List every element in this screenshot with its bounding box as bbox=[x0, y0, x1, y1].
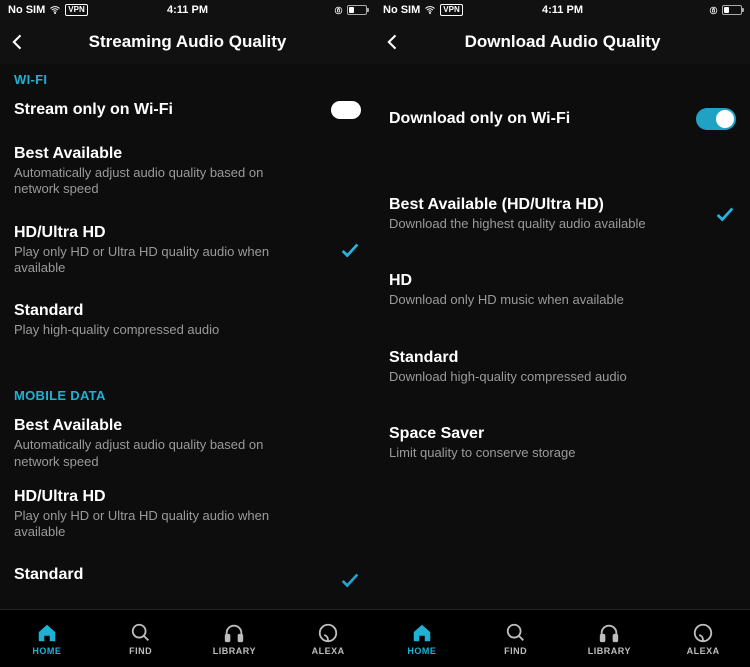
option-title: Standard bbox=[14, 302, 219, 320]
option-title: Standard bbox=[389, 349, 627, 367]
stream-only-wifi-label: Stream only on Wi-Fi bbox=[14, 101, 173, 119]
content-streaming: WI-FI Stream only on Wi-Fi Best Availabl… bbox=[0, 64, 375, 609]
phone-download: No SIM VPN 4:11 PM Download Audio Qualit… bbox=[375, 0, 750, 667]
search-icon bbox=[504, 622, 528, 644]
nav-alexa[interactable]: ALEXA bbox=[281, 610, 375, 667]
nav-home[interactable]: HOME bbox=[0, 610, 94, 667]
home-icon bbox=[410, 622, 434, 644]
nav-library[interactable]: LIBRARY bbox=[563, 610, 657, 667]
download-only-wifi-row[interactable]: Download only on Wi-Fi bbox=[389, 108, 736, 130]
dl-standard[interactable]: Standard Download high-quality compresse… bbox=[389, 349, 736, 385]
carrier-label: No SIM bbox=[383, 4, 420, 16]
option-title: Best Available bbox=[14, 145, 304, 163]
option-sub: Automatically adjust audio quality based… bbox=[14, 437, 304, 470]
nav-label: ALEXA bbox=[687, 646, 720, 656]
dl-hd[interactable]: HD Download only HD music when available bbox=[389, 272, 736, 308]
option-sub: Play high-quality compressed audio bbox=[14, 322, 219, 338]
status-bar: No SIM VPN 4:11 PM bbox=[0, 0, 375, 20]
wifi-standard[interactable]: Standard Play high-quality compressed au… bbox=[14, 302, 361, 338]
option-sub: Automatically adjust audio quality based… bbox=[14, 165, 304, 198]
option-sub: Download high-quality compressed audio bbox=[389, 369, 627, 385]
bottom-nav: HOME FIND LIBRARY ALEXA bbox=[375, 609, 750, 667]
wifi-best-available[interactable]: Best Available Automatically adjust audi… bbox=[14, 145, 361, 198]
stream-only-wifi-row[interactable]: Stream only on Wi-Fi bbox=[14, 101, 361, 119]
check-icon bbox=[714, 203, 736, 225]
orientation-lock-icon bbox=[709, 6, 718, 15]
wifi-icon bbox=[424, 4, 436, 16]
option-title: HD bbox=[389, 272, 624, 290]
option-title: Space Saver bbox=[389, 425, 575, 443]
option-title: Best Available bbox=[14, 417, 304, 435]
bottom-nav: HOME FIND LIBRARY ALEXA bbox=[0, 609, 375, 667]
mobile-standard[interactable]: Standard bbox=[14, 566, 361, 584]
orientation-lock-icon bbox=[334, 6, 343, 15]
carrier-label: No SIM bbox=[8, 4, 45, 16]
search-icon bbox=[129, 622, 153, 644]
nav-home[interactable]: HOME bbox=[375, 610, 469, 667]
status-bar: No SIM VPN 4:11 PM bbox=[375, 0, 750, 20]
nav-find[interactable]: FIND bbox=[469, 610, 563, 667]
vpn-badge: VPN bbox=[65, 4, 87, 16]
nav-label: HOME bbox=[32, 646, 61, 656]
option-sub: Limit quality to conserve storage bbox=[389, 445, 575, 461]
chevron-left-icon bbox=[8, 32, 28, 52]
clock: 4:11 PM bbox=[542, 4, 583, 16]
check-icon bbox=[339, 569, 361, 591]
option-sub: Download only HD music when available bbox=[389, 292, 624, 308]
phone-streaming: No SIM VPN 4:11 PM Streaming Audio Quali… bbox=[0, 0, 375, 667]
page-title: Download Audio Quality bbox=[465, 32, 661, 52]
nav-alexa[interactable]: ALEXA bbox=[656, 610, 750, 667]
header: Download Audio Quality bbox=[375, 20, 750, 64]
mobile-hd-ultra-hd[interactable]: HD/Ultra HD Play only HD or Ultra HD qua… bbox=[14, 488, 361, 541]
option-sub: Play only HD or Ultra HD quality audio w… bbox=[14, 244, 304, 277]
download-only-wifi-toggle[interactable] bbox=[696, 108, 736, 130]
chevron-left-icon bbox=[383, 32, 403, 52]
nav-label: LIBRARY bbox=[213, 646, 256, 656]
dl-space-saver[interactable]: Space Saver Limit quality to conserve st… bbox=[389, 425, 736, 461]
clock: 4:11 PM bbox=[167, 4, 208, 16]
home-icon bbox=[35, 622, 59, 644]
nav-label: HOME bbox=[407, 646, 436, 656]
vpn-badge: VPN bbox=[440, 4, 462, 16]
wifi-hd-ultra-hd[interactable]: HD/Ultra HD Play only HD or Ultra HD qua… bbox=[14, 224, 361, 277]
page-title: Streaming Audio Quality bbox=[89, 32, 287, 52]
headphones-icon bbox=[222, 622, 246, 644]
header: Streaming Audio Quality bbox=[0, 20, 375, 64]
nav-label: FIND bbox=[504, 646, 527, 656]
option-sub: Download the highest quality audio avail… bbox=[389, 216, 646, 232]
option-sub: Play only HD or Ultra HD quality audio w… bbox=[14, 508, 304, 541]
nav-label: ALEXA bbox=[312, 646, 345, 656]
back-button[interactable] bbox=[381, 30, 405, 54]
battery-icon bbox=[722, 5, 742, 15]
headphones-icon bbox=[597, 622, 621, 644]
content-download: Download only on Wi-Fi Best Available (H… bbox=[375, 64, 750, 609]
dl-best-available[interactable]: Best Available (HD/Ultra HD) Download th… bbox=[389, 196, 736, 232]
stream-only-wifi-toggle[interactable] bbox=[331, 101, 361, 119]
section-mobile-header: MOBILE DATA bbox=[14, 388, 361, 403]
option-title: Standard bbox=[14, 566, 83, 584]
download-only-wifi-label: Download only on Wi-Fi bbox=[389, 110, 570, 128]
option-title: HD/Ultra HD bbox=[14, 224, 304, 242]
mobile-best-available[interactable]: Best Available Automatically adjust audi… bbox=[14, 417, 361, 470]
battery-icon bbox=[347, 5, 367, 15]
nav-label: FIND bbox=[129, 646, 152, 656]
nav-find[interactable]: FIND bbox=[94, 610, 188, 667]
nav-library[interactable]: LIBRARY bbox=[188, 610, 282, 667]
option-title: Best Available (HD/Ultra HD) bbox=[389, 196, 646, 214]
wifi-icon bbox=[49, 4, 61, 16]
nav-label: LIBRARY bbox=[588, 646, 631, 656]
alexa-icon bbox=[316, 622, 340, 644]
option-title: HD/Ultra HD bbox=[14, 488, 304, 506]
section-wifi-header: WI-FI bbox=[14, 72, 361, 87]
alexa-icon bbox=[691, 622, 715, 644]
check-icon bbox=[339, 239, 361, 261]
back-button[interactable] bbox=[6, 30, 30, 54]
